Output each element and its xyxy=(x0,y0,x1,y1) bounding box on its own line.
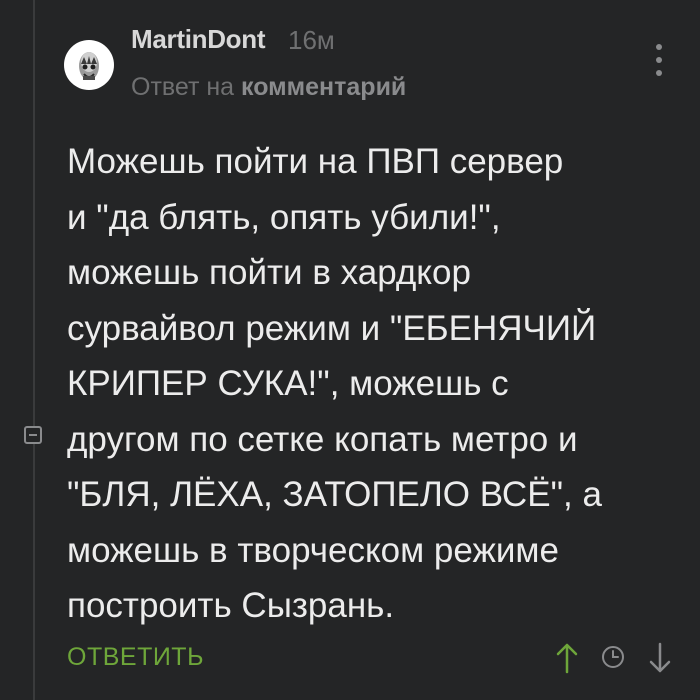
comment-line: "БЛЯ, ЛЁХА, ЗАТОПЕЛО ВСЁ", а xyxy=(67,475,602,514)
comment-line: Можешь пойти на ПВП сервер xyxy=(67,142,564,181)
thread-line xyxy=(33,0,35,700)
clock-icon[interactable] xyxy=(600,644,626,670)
arrow-up-icon[interactable] xyxy=(555,640,579,676)
reply-prefix: Ответ на xyxy=(131,73,235,101)
reply-context: Ответ на комментарий xyxy=(131,73,406,102)
reply-button[interactable]: ОТВЕТИТЬ xyxy=(67,643,204,672)
comment-line: построить Сызрань. xyxy=(67,586,395,625)
comment-time: 16м xyxy=(288,25,335,55)
reply-target-link[interactable]: комментарий xyxy=(241,73,406,101)
avatar-image xyxy=(79,52,99,80)
comment-author[interactable]: MartinDont xyxy=(131,24,266,55)
more-vertical-icon[interactable] xyxy=(649,44,669,76)
comment-line: и "да блять, опять убили!", xyxy=(67,197,501,237)
comment-line: можешь пойти в хардкор xyxy=(67,253,471,292)
arrow-down-icon[interactable] xyxy=(648,640,672,676)
comment-line: сурвайвол режим и "ЕБЕНЯЧИЙ xyxy=(67,308,597,348)
comment-body: Можешь пойти на ПВП сервер и "да блять, … xyxy=(67,134,692,634)
collapse-thread-button[interactable] xyxy=(24,426,42,444)
avatar[interactable] xyxy=(64,40,114,90)
comment-line: КРИПЕР СУКА!", можешь с xyxy=(67,364,509,403)
comment-line: можешь в творческом режиме xyxy=(67,530,559,570)
comment-line: другом по сетке копать метро и xyxy=(67,419,578,459)
